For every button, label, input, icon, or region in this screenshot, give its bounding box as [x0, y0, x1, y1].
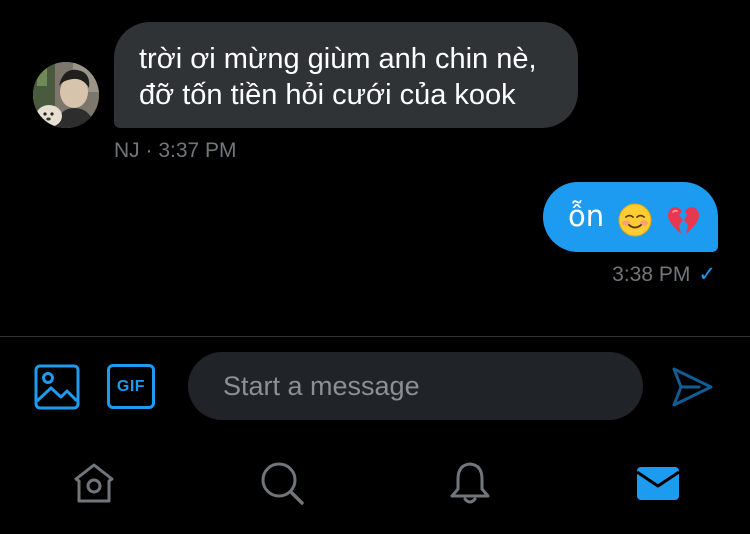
outgoing-message-bubble[interactable]: ỗn: [543, 182, 718, 252]
message-input-container[interactable]: [188, 352, 643, 420]
notifications-icon: [450, 462, 490, 504]
gif-label: GIF: [116, 378, 146, 395]
messages-icon: [636, 467, 680, 500]
broken-heart-emoji-icon: [666, 200, 700, 236]
nav-messages[interactable]: [634, 459, 682, 507]
avatar[interactable]: [33, 62, 99, 128]
incoming-message-bubble[interactable]: trời ơi mừng giùm anh chin nè, đỡ tốn ti…: [114, 22, 578, 128]
add-image-button[interactable]: [34, 364, 80, 410]
dm-conversation-screen: trời ơi mừng giùm anh chin nè, đỡ tốn ti…: [0, 0, 750, 534]
send-icon: [672, 367, 713, 407]
nav-notifications[interactable]: [446, 459, 494, 507]
home-icon: [74, 463, 114, 503]
sent-check-icon: ✓: [698, 262, 716, 286]
outgoing-message-meta: 3:38 PM ✓: [612, 261, 716, 288]
nav-search[interactable]: [258, 459, 306, 507]
image-icon: [34, 364, 80, 410]
composer-divider: [0, 336, 750, 337]
incoming-message-line: đỡ tốn tiền hỏi cưới của kook: [139, 79, 516, 111]
user-avatar-photo-icon: [33, 62, 99, 128]
incoming-message-meta: NJ · 3:37 PM: [114, 139, 237, 162]
search-icon: [261, 462, 304, 505]
incoming-message-line: trời ơi mừng giùm anh chin nè,: [139, 43, 537, 75]
outgoing-message-time: 3:38 PM: [612, 263, 691, 286]
outgoing-message-text: ỗn: [568, 199, 605, 233]
gif-button[interactable]: GIF: [107, 364, 155, 409]
send-button[interactable]: [669, 364, 715, 410]
nav-home[interactable]: [70, 459, 118, 507]
message-input[interactable]: [188, 352, 643, 420]
smiling-face-emoji-icon: [618, 200, 652, 237]
